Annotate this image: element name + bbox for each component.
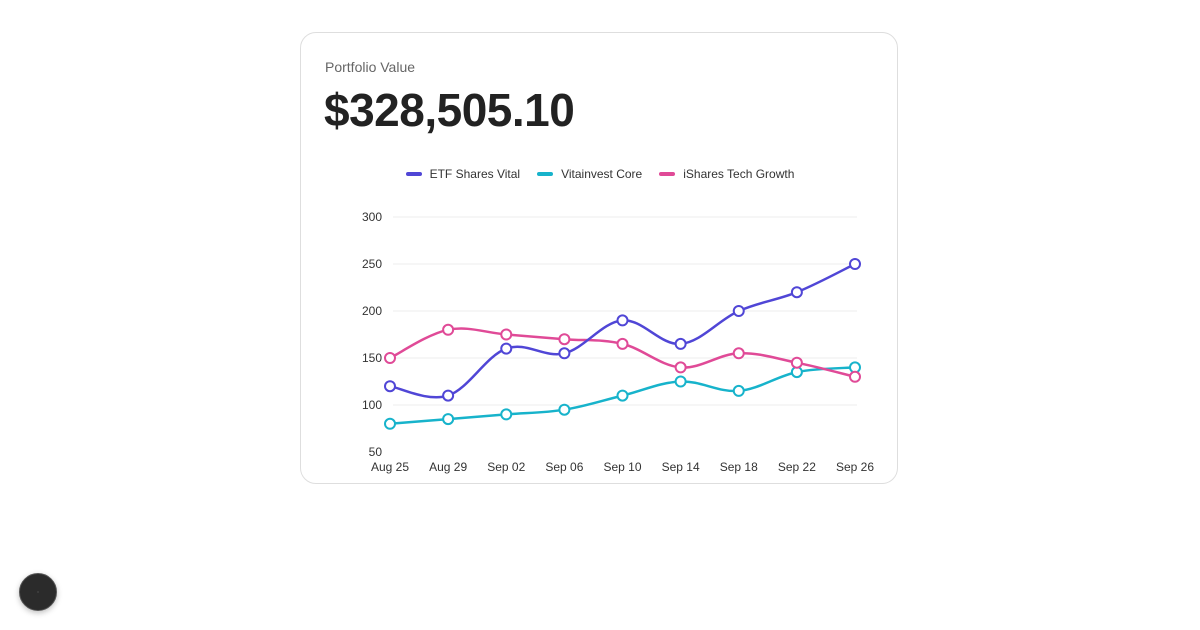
series-0-point-2 [500, 342, 513, 355]
series-2-point-5 [674, 361, 687, 374]
series-2-point-0 [384, 352, 396, 364]
dot-icon: · [36, 587, 40, 597]
x-tick-label-7: Sep 22 [778, 460, 816, 474]
series-1-point-4 [616, 389, 629, 402]
series-0-point-0 [384, 380, 396, 393]
series-0-point-8 [849, 258, 861, 270]
series-0-point-1 [442, 389, 455, 402]
x-tick-label-0: Aug 25 [371, 460, 409, 474]
x-tick-label-6: Sep 18 [720, 460, 758, 474]
line-chart: 50 100 150 200 250 300 Aug 25 Aug 29 Sep 02 Sep 0… [362, 210, 874, 474]
x-tick-label-2: Sep 02 [487, 460, 525, 474]
series-2-point-6 [732, 347, 745, 360]
series-2-point-7 [790, 356, 803, 369]
x-tick-label-3: Sep 06 [545, 460, 583, 474]
series-1-point-2 [500, 408, 513, 421]
series-2-point-8 [849, 370, 861, 383]
series-line-0 [389, 262, 856, 399]
x-tick-label-4: Sep 10 [603, 460, 641, 474]
series-0-point-3 [558, 347, 571, 360]
x-tick-label-1: Aug 29 [429, 460, 467, 474]
series-1-point-1 [442, 413, 455, 426]
x-tick-label-8: Sep 26 [836, 460, 874, 474]
series-0-point-6 [732, 305, 745, 317]
y-tick-label-5: 300 [362, 210, 382, 224]
x-tick-label-5: Sep 14 [662, 460, 700, 474]
y-tick-label-4: 250 [362, 257, 382, 271]
series-2-point-3 [558, 333, 571, 346]
y-tick-label-2: 150 [362, 351, 382, 365]
series-1-point-0 [384, 417, 396, 430]
series-0-point-4 [616, 314, 629, 327]
series-1-point-5 [674, 375, 687, 388]
series-1-point-3 [558, 403, 571, 416]
y-tick-label-1: 100 [362, 398, 382, 412]
y-tick-label-0: 50 [369, 445, 383, 459]
series-2-point-2 [500, 328, 513, 341]
series-2-point-1 [442, 323, 455, 336]
y-tick-label-3: 200 [362, 304, 382, 318]
portfolio-card: Portfolio Value $328,505.10 ETF Shares V… [300, 32, 898, 484]
series-0-point-7 [790, 286, 803, 299]
series-2-point-4 [616, 337, 629, 350]
series-line-2 [389, 327, 856, 379]
series-0-point-5 [674, 337, 687, 350]
floating-action-button[interactable]: · [19, 573, 57, 611]
series-1-point-6 [732, 384, 745, 397]
